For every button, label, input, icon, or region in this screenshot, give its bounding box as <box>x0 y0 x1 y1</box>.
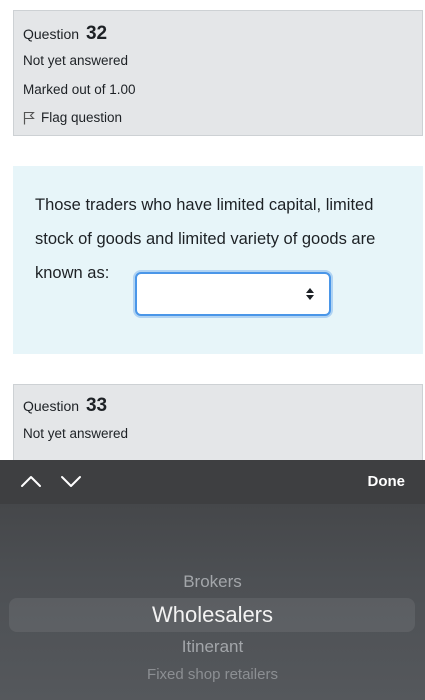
question-grade: Marked out of 1.00 <box>23 82 136 97</box>
chevron-down-icon[interactable] <box>60 474 82 488</box>
flag-question-label: Flag question <box>41 110 123 125</box>
picker-option[interactable]: Brokers <box>0 572 425 592</box>
select-arrows-icon <box>306 288 314 300</box>
picker-toolbar: Done <box>0 460 425 504</box>
question-formulation: Those traders who have limited capital, … <box>13 166 423 354</box>
question-text-line-3: known as: <box>35 264 110 282</box>
question-32-info: Question 32 Not yet answered Marked out … <box>13 10 423 136</box>
answer-select[interactable] <box>135 272 331 316</box>
flag-question-link[interactable]: Flag question <box>23 110 122 125</box>
question-state: Not yet answered <box>23 53 129 68</box>
flag-icon <box>23 111 35 124</box>
question-label: Question <box>23 398 80 414</box>
question-number: Question 32 <box>23 23 107 45</box>
picker-option[interactable]: Itinerant <box>0 637 425 657</box>
question-text-line-1: Those traders who have limited capital, … <box>35 196 374 214</box>
picker-option-selected[interactable]: Wholesalers <box>0 602 425 628</box>
question-text-line-2: stock of goods and limited variety of go… <box>35 230 376 248</box>
done-button[interactable]: Done <box>368 473 406 490</box>
question-label: Question <box>23 26 80 42</box>
question-state: Not yet answered <box>23 426 129 441</box>
question-number-value: 33 <box>85 395 108 416</box>
question-text: Those traders who have limited capital, … <box>35 188 405 316</box>
chevron-up-icon[interactable] <box>20 474 42 488</box>
option-picker[interactable]: Brokers Wholesalers Itinerant Fixed shop… <box>0 504 425 700</box>
picker-option[interactable]: Fixed shop retailers <box>0 666 425 683</box>
question-number: Question 33 <box>23 395 107 417</box>
question-number-value: 32 <box>85 23 108 44</box>
